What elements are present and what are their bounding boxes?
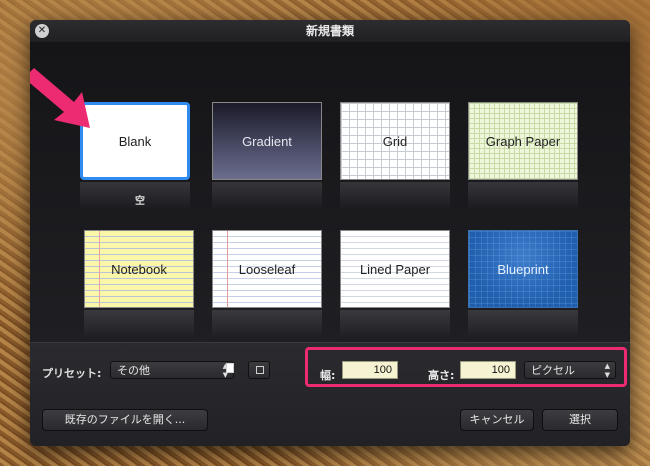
page-icon bbox=[256, 366, 264, 374]
template-notebook[interactable]: Notebook bbox=[84, 230, 194, 338]
template-label: Graph Paper bbox=[485, 133, 561, 149]
template-label: Lined Paper bbox=[359, 261, 431, 277]
arrow-annotation-icon bbox=[30, 68, 90, 128]
template-gallery: Blank 空 Gradient Grid Graph Paper Notebo… bbox=[30, 42, 630, 342]
template-thumbnail: Grid bbox=[340, 102, 450, 180]
document-icon bbox=[226, 363, 234, 373]
template-label: Blueprint bbox=[497, 261, 549, 277]
template-lined-paper[interactable]: Lined Paper bbox=[340, 230, 450, 338]
width-label: 幅: bbox=[320, 369, 336, 382]
reflection bbox=[84, 310, 194, 338]
updown-arrows-icon: ▲▼ bbox=[604, 362, 610, 379]
preset-value: その他 bbox=[117, 364, 150, 377]
new-document-window: ✕ 新規書類 Blank 空 Gradient Grid Graph Paper… bbox=[30, 20, 630, 446]
controls-panel: プリセット: その他 ▲▼ 幅: 100 高さ: 100 ピクセル ▲▼ 既存の… bbox=[30, 342, 630, 446]
height-label: 高さ: bbox=[428, 369, 455, 382]
template-grid[interactable]: Grid bbox=[340, 102, 450, 210]
close-icon[interactable]: ✕ bbox=[35, 24, 49, 38]
reflection bbox=[212, 182, 322, 210]
template-thumbnail: Lined Paper bbox=[340, 230, 450, 308]
reflection bbox=[468, 310, 578, 338]
template-label: Blank bbox=[118, 133, 152, 149]
cancel-button[interactable]: キャンセル bbox=[460, 409, 534, 431]
reflection bbox=[340, 310, 450, 338]
preset-label: プリセット: bbox=[42, 367, 102, 380]
template-label: Grid bbox=[382, 133, 408, 149]
selected-template-caption: 空 bbox=[135, 196, 145, 207]
template-thumbnail: Blueprint bbox=[468, 230, 578, 308]
template-graph-paper[interactable]: Graph Paper bbox=[468, 102, 578, 210]
template-gradient[interactable]: Gradient bbox=[212, 102, 322, 210]
width-field[interactable]: 100 bbox=[342, 361, 398, 379]
unit-select[interactable]: ピクセル ▲ ▼ bbox=[524, 361, 616, 379]
template-label: Gradient bbox=[242, 133, 292, 149]
reflection bbox=[212, 310, 322, 338]
reflection bbox=[340, 182, 450, 210]
height-field[interactable]: 100 bbox=[460, 361, 516, 379]
template-label: Notebook bbox=[111, 261, 167, 277]
choose-button[interactable]: 選択 bbox=[542, 409, 618, 431]
template-label: Looseleaf bbox=[238, 261, 296, 277]
template-thumbnail: Looseleaf bbox=[212, 230, 322, 308]
template-thumbnail: Graph Paper bbox=[468, 102, 578, 180]
template-thumbnail: Gradient bbox=[212, 102, 322, 180]
unit-value: ピクセル bbox=[531, 364, 575, 377]
titlebar: ✕ 新規書類 bbox=[30, 20, 630, 43]
template-looseleaf[interactable]: Looseleaf bbox=[212, 230, 322, 338]
window-title: 新規書類 bbox=[305, 24, 354, 38]
open-existing-file-button[interactable]: 既存のファイルを開く... bbox=[42, 409, 208, 431]
template-blueprint[interactable]: Blueprint bbox=[468, 230, 578, 338]
page-setup-button[interactable] bbox=[248, 361, 270, 379]
reflection bbox=[468, 182, 578, 210]
template-thumbnail: Notebook bbox=[84, 230, 194, 308]
preset-select[interactable]: その他 ▲▼ bbox=[110, 361, 234, 379]
